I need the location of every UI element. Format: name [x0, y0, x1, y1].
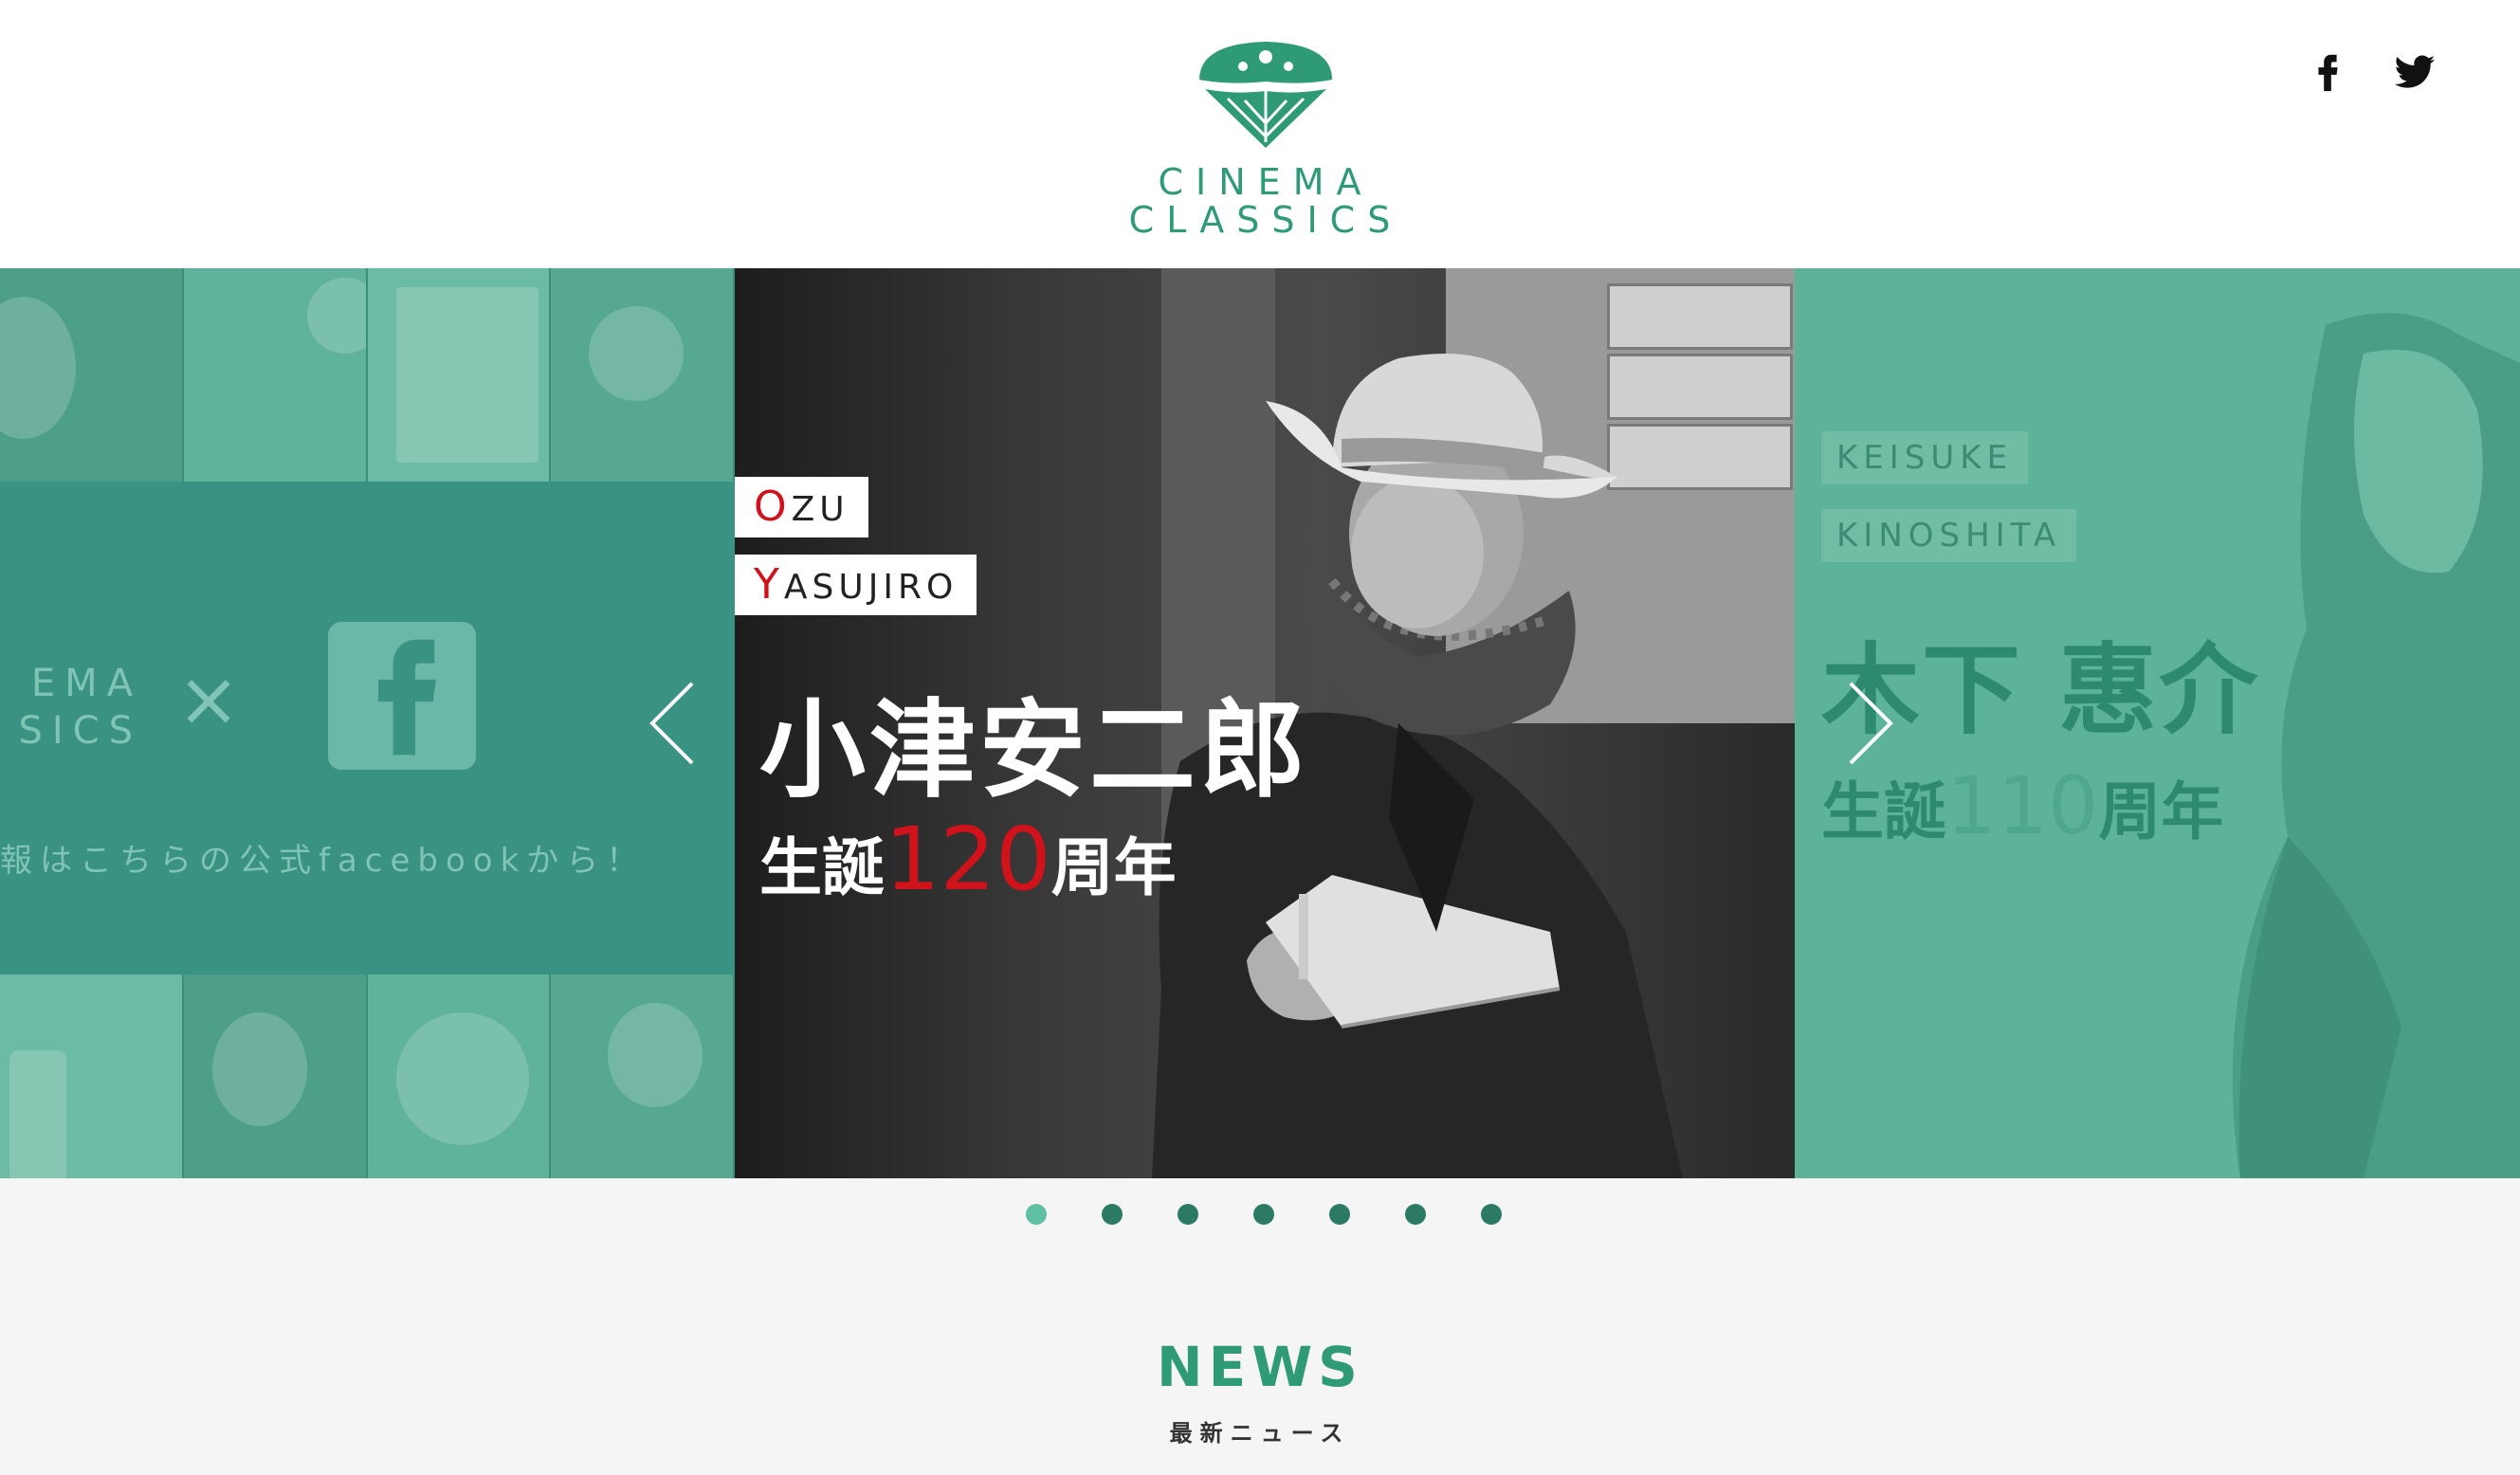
- pine-crest-icon: [1199, 42, 1332, 148]
- slider-dot[interactable]: [1178, 1204, 1198, 1225]
- facebook-logo-icon: [328, 622, 476, 770]
- name-initial-last: K: [1836, 517, 1864, 555]
- name-label-last: KINOSHITA: [1821, 509, 2077, 562]
- thumbnail-image: [0, 974, 184, 1178]
- chevron-left-icon: [649, 682, 694, 765]
- name-label-first: OZU: [735, 477, 868, 537]
- slide-ozu-yasujiro[interactable]: OZU YASUJIRO 小津安二郎 生誕120周年: [735, 268, 1795, 1178]
- slider-prev-button[interactable]: [643, 676, 700, 771]
- name-initial-first: O: [754, 483, 792, 531]
- facebook-promo-text: 報はこちらの公式facebookから！: [0, 842, 647, 880]
- slider-dot[interactable]: [1329, 1204, 1350, 1225]
- thumbnail-image: [551, 268, 735, 482]
- thumbnail-image: [183, 268, 368, 482]
- name-initial-last: Y: [754, 560, 784, 609]
- director-name-japanese: 小津安二郎: [759, 689, 1309, 812]
- name-initial-first: K: [1836, 439, 1864, 477]
- slide-facebook-promo[interactable]: EMA SICS × 報はこちらの公式facebookから！: [0, 268, 735, 1178]
- thumbnail-strip-top: [0, 268, 735, 482]
- anniversary-number: 120: [885, 809, 1051, 910]
- logo-text-classics: CLASSICS: [1128, 199, 1403, 241]
- cinema-classics-logo[interactable]: CINEMA CLASSICS: [1128, 36, 1403, 245]
- thumbnail-image: [0, 268, 184, 482]
- twitter-link[interactable]: [2393, 49, 2437, 93]
- thumbnail-image: [367, 268, 552, 482]
- partial-logo-line2: SICS: [18, 709, 142, 753]
- partial-logo-line1: EMA: [30, 662, 142, 705]
- logo-text-cinema: CINEMA: [1158, 161, 1374, 203]
- news-section-title: NEWS: [1157, 1335, 1363, 1399]
- twitter-icon: [2394, 55, 2436, 88]
- slider-pagination: [1026, 1204, 1502, 1225]
- name-label-last: YASUJIRO: [735, 555, 977, 615]
- anniversary-text: 生誕110周年: [1821, 759, 2223, 852]
- slide-kinoshita-keisuke[interactable]: KEISUKE KINOSHITA 木下 惠介 生誕110周年: [1795, 268, 2520, 1178]
- slider-dot[interactable]: [1026, 1204, 1047, 1225]
- anniversary-prefix: 生誕: [759, 831, 885, 904]
- cinema-classics-logo-partial: EMA SICS: [0, 548, 142, 785]
- slider-next-button[interactable]: [1843, 676, 1900, 771]
- anniversary-text: 生誕120周年: [759, 809, 1177, 910]
- name-rest-first: EISUKE: [1863, 439, 2014, 477]
- anniversary-suffix: 周年: [1050, 831, 1177, 904]
- name-rest-last: ASUJIRO: [783, 568, 959, 607]
- thumbnail-image: [551, 974, 735, 1178]
- facebook-icon: [2318, 54, 2338, 92]
- slider-dot[interactable]: [1253, 1204, 1274, 1225]
- facebook-link[interactable]: [2306, 49, 2349, 93]
- collaboration-cross: ×: [176, 655, 241, 743]
- anniversary-number: 110: [1946, 759, 2099, 852]
- news-section-subtitle: 最新ニュース: [1169, 1420, 1351, 1447]
- anniversary-prefix: 生誕: [1821, 775, 1946, 848]
- slider-dot[interactable]: [1102, 1204, 1123, 1225]
- chevron-right-icon: [1849, 682, 1893, 765]
- name-label-first: KEISUKE: [1821, 431, 2029, 484]
- anniversary-suffix: 周年: [2098, 775, 2224, 848]
- hero-slider[interactable]: EMA SICS × 報はこちらの公式facebookから！ OZU YASUJ…: [0, 268, 2520, 1178]
- slider-dot[interactable]: [1481, 1204, 1502, 1225]
- thumbnail-image: [183, 974, 368, 1178]
- name-rest-last: INOSHITA: [1863, 517, 2062, 555]
- facebook-promo-panel: EMA SICS × 報はこちらの公式facebookから！: [0, 482, 735, 974]
- name-rest-first: ZU: [791, 490, 849, 529]
- thumbnail-strip-bottom: [0, 974, 735, 1178]
- thumbnail-image: [367, 974, 552, 1178]
- site-header: CINEMA CLASSICS: [0, 0, 2520, 268]
- slider-dot[interactable]: [1405, 1204, 1426, 1225]
